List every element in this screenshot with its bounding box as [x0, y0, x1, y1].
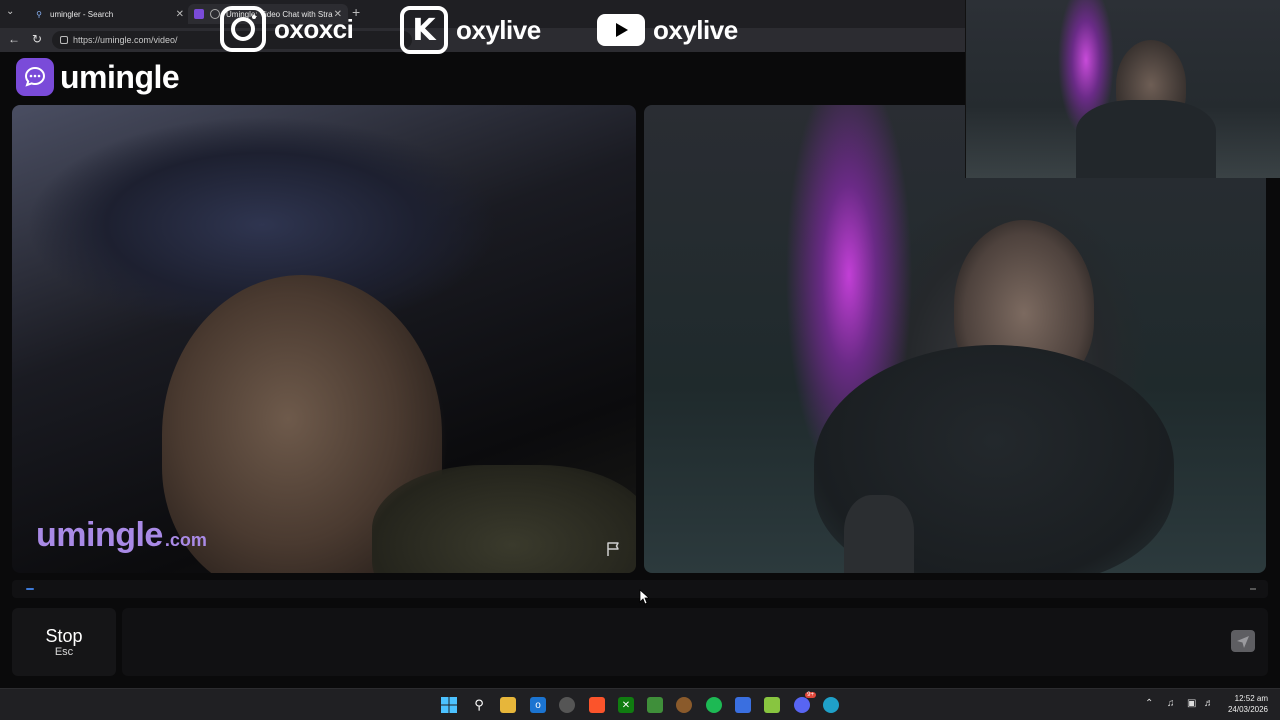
streamer-webcam-overlay	[965, 0, 1280, 178]
discord-badge: 9+	[805, 692, 816, 698]
kick-icon: K	[400, 6, 448, 54]
kick-overlay: K oxylive	[400, 6, 541, 54]
mouse-cursor-icon	[639, 589, 649, 605]
recording-icon	[210, 9, 220, 19]
brand-name: umingle	[60, 58, 180, 95]
send-button[interactable]	[1231, 630, 1255, 652]
search-icon[interactable]: ⚲	[471, 697, 487, 713]
brave-icon[interactable]	[589, 697, 605, 713]
url-text: https://umingle.com/video/	[73, 35, 178, 45]
clock-date: 24/03/2026	[1227, 705, 1268, 714]
bluestacks-icon[interactable]	[764, 697, 780, 713]
flag-icon[interactable]	[606, 541, 622, 557]
discord-icon[interactable]: 9+	[794, 692, 816, 713]
screen: ⌄ ⚲ umingler - Search ✕ Umingle: Video C…	[0, 0, 1280, 720]
chevron-up-icon[interactable]: ⌃	[1145, 698, 1153, 709]
windows-start-icon[interactable]	[441, 697, 457, 713]
minecraft-icon[interactable]	[647, 697, 663, 713]
send-icon	[1237, 636, 1249, 648]
stop-label: Stop	[45, 626, 83, 646]
stranger-video: umingle .com	[12, 105, 636, 573]
status-indicator	[26, 588, 34, 590]
watermark-main: umingle	[36, 516, 163, 554]
microphone	[844, 495, 914, 573]
search-icon: ⚲	[36, 9, 42, 19]
reload-icon[interactable]: ↻	[32, 32, 42, 46]
youtube-handle: oxylive	[653, 14, 738, 45]
tab-search[interactable]: ⚲ umingler - Search ✕	[28, 4, 184, 24]
system-clock[interactable]: 12:52 am 24/03/2026	[1228, 693, 1268, 715]
chat-message-input[interactable]	[122, 608, 1268, 676]
stranger-shirt	[372, 465, 636, 573]
roblox-icon[interactable]	[735, 697, 751, 713]
spotify-icon[interactable]	[706, 697, 722, 713]
status-indicator-right	[1250, 588, 1256, 590]
lock-icon	[60, 36, 68, 44]
network-icon[interactable]: ▣	[1187, 698, 1196, 709]
instagram-handle: oxoxci	[274, 13, 354, 44]
watermark-suffix: .com	[164, 530, 207, 550]
edge-icon[interactable]	[823, 697, 839, 713]
umingle-favicon-icon	[194, 9, 204, 19]
stop-shortcut-label: Esc	[54, 646, 74, 658]
clock-time: 12:52 am	[1234, 694, 1268, 703]
instagram-overlay: oxoxci	[220, 6, 354, 52]
app-icon[interactable]	[676, 697, 692, 713]
tab-list-chevron-icon[interactable]: ⌄	[6, 6, 14, 17]
xbox-icon[interactable]: ✕	[618, 697, 634, 713]
tab-label: umingler - Search	[50, 9, 114, 19]
kick-handle: oxylive	[456, 14, 541, 45]
stop-button[interactable]: Stop Esc	[12, 608, 116, 676]
taskbar: ⚲ o ✕ 9+ ⌃ ♫ ▣ ♬ 12:52 am 24/03/2026	[0, 688, 1280, 720]
folder-icon[interactable]	[500, 697, 516, 713]
youtube-overlay: oxylive	[597, 14, 738, 46]
umingle-logo[interactable]: umingle	[16, 58, 180, 96]
volume-icon[interactable]: ♬	[1204, 698, 1214, 709]
chrome-icon[interactable]	[559, 697, 575, 713]
youtube-icon	[597, 14, 645, 46]
chat-bubble-icon	[16, 58, 54, 96]
webcam-body	[1076, 100, 1216, 178]
instagram-icon	[220, 6, 266, 52]
umingle-watermark: umingle .com	[36, 516, 207, 555]
back-arrow-icon[interactable]: ←	[8, 32, 20, 46]
outlook-icon[interactable]: o	[530, 697, 546, 713]
microphone-icon[interactable]: ♫	[1167, 698, 1175, 709]
close-icon[interactable]: ✕	[176, 9, 184, 20]
